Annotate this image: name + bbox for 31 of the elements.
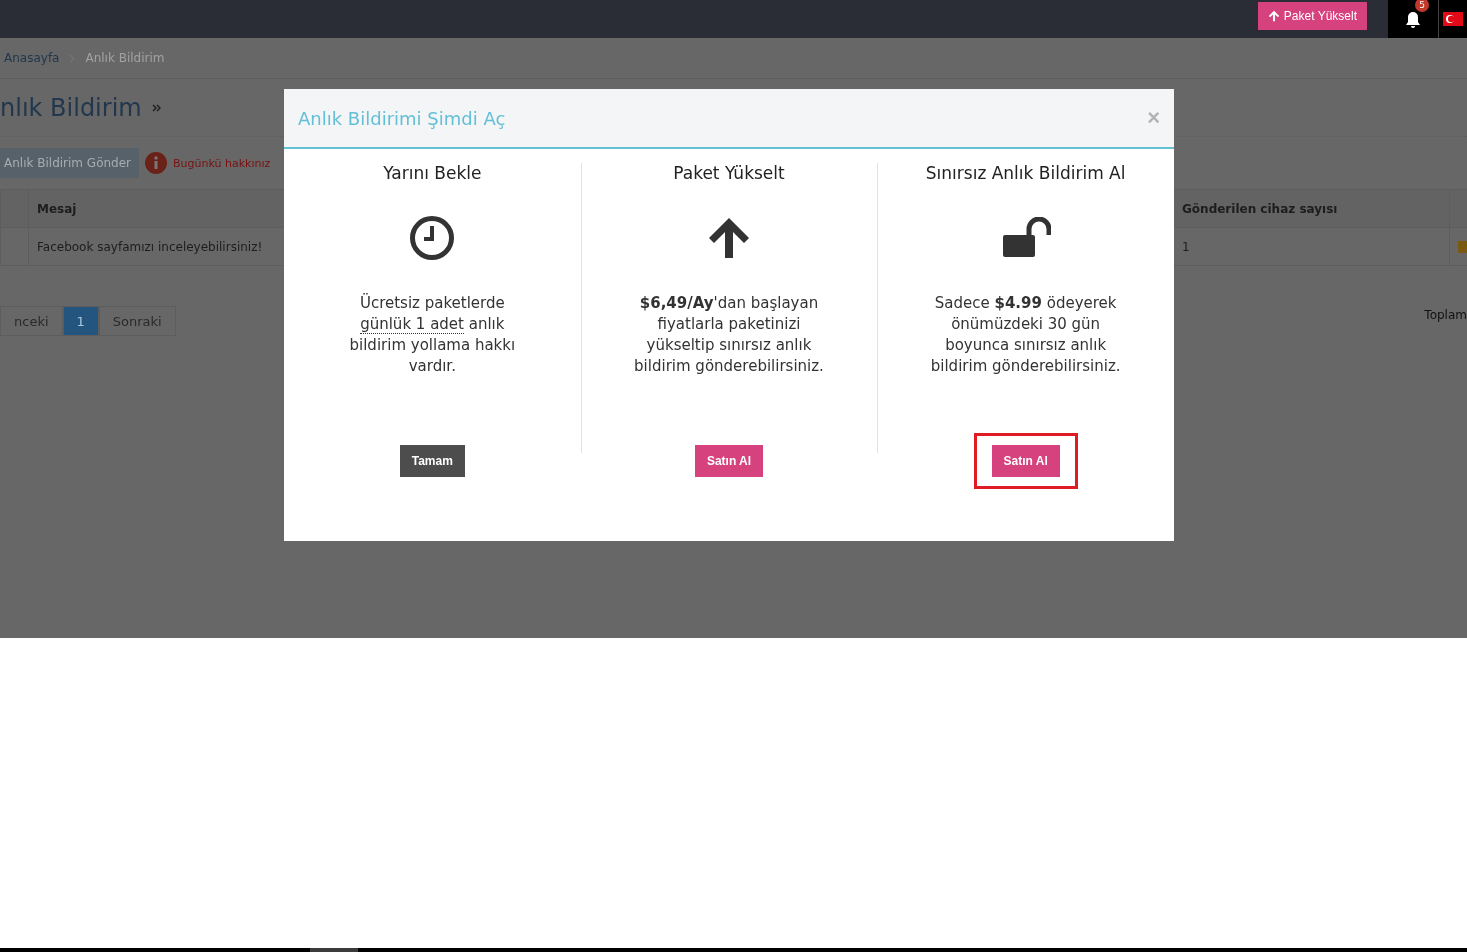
upgrade-button[interactable]: Paket Yükselt xyxy=(1257,2,1367,30)
arrow-up-icon xyxy=(1267,10,1280,22)
limit-notice: Bugünkü hakkınız xyxy=(173,156,271,170)
breadcrumb-link[interactable]: Anasayfa xyxy=(4,51,60,65)
option-description: Sadece $4.99 ödeyerek önümüzdeki 30 gün boyunca sınırsız anlık bildirim gönderebilirsiniz. xyxy=(930,293,1121,377)
send-notification-button[interactable]: Anlık Bildirim Gönder xyxy=(0,148,140,178)
scrollbar-thumb[interactable] xyxy=(310,948,358,952)
notification-button[interactable]: 5 xyxy=(1388,0,1439,38)
option-title: Paket Yükselt xyxy=(673,163,785,185)
modal-title: Anlık Bildirimi Şimdi Aç xyxy=(298,107,506,129)
edit-icon[interactable] xyxy=(1458,240,1467,253)
total-label: Toplam xyxy=(1424,308,1467,322)
pagination-button[interactable]: 1 xyxy=(62,306,99,336)
option-title: Yarını Bekle xyxy=(383,163,482,185)
page-title: nlık Bildirim xyxy=(0,93,142,122)
pagination-button[interactable]: Sonraki xyxy=(98,306,176,336)
option-description: Ücretsiz paketlerde günlük 1 adet anlık bildirim yollama hakkı vardır. xyxy=(348,293,517,377)
option-title: Sınırsız Anlık Bildirim Al xyxy=(925,163,1126,185)
clock-icon xyxy=(409,215,456,261)
notification-count-badge: 5 xyxy=(1415,0,1429,12)
pagination-button[interactable]: nceki xyxy=(0,306,63,336)
bell-icon xyxy=(1405,10,1421,28)
flag-icon[interactable] xyxy=(1443,12,1463,26)
info-icon xyxy=(145,152,168,174)
breadcrumb-current[interactable]: Anlık Bildirim xyxy=(85,51,165,65)
buy-button[interactable]: Tamam xyxy=(399,445,465,477)
buy-button[interactable]: Satın Al xyxy=(991,445,1060,477)
option-description: $6,49/Ay'dan başlayan fiyatlarla paketinizi yükseltip sınırsız anlık bildirim gönderebilirsiniz. xyxy=(634,293,824,377)
buy-button[interactable]: Satın Al xyxy=(694,445,764,477)
unlocked-padlock-icon xyxy=(1000,217,1051,259)
double-chevron-icon xyxy=(151,103,161,112)
